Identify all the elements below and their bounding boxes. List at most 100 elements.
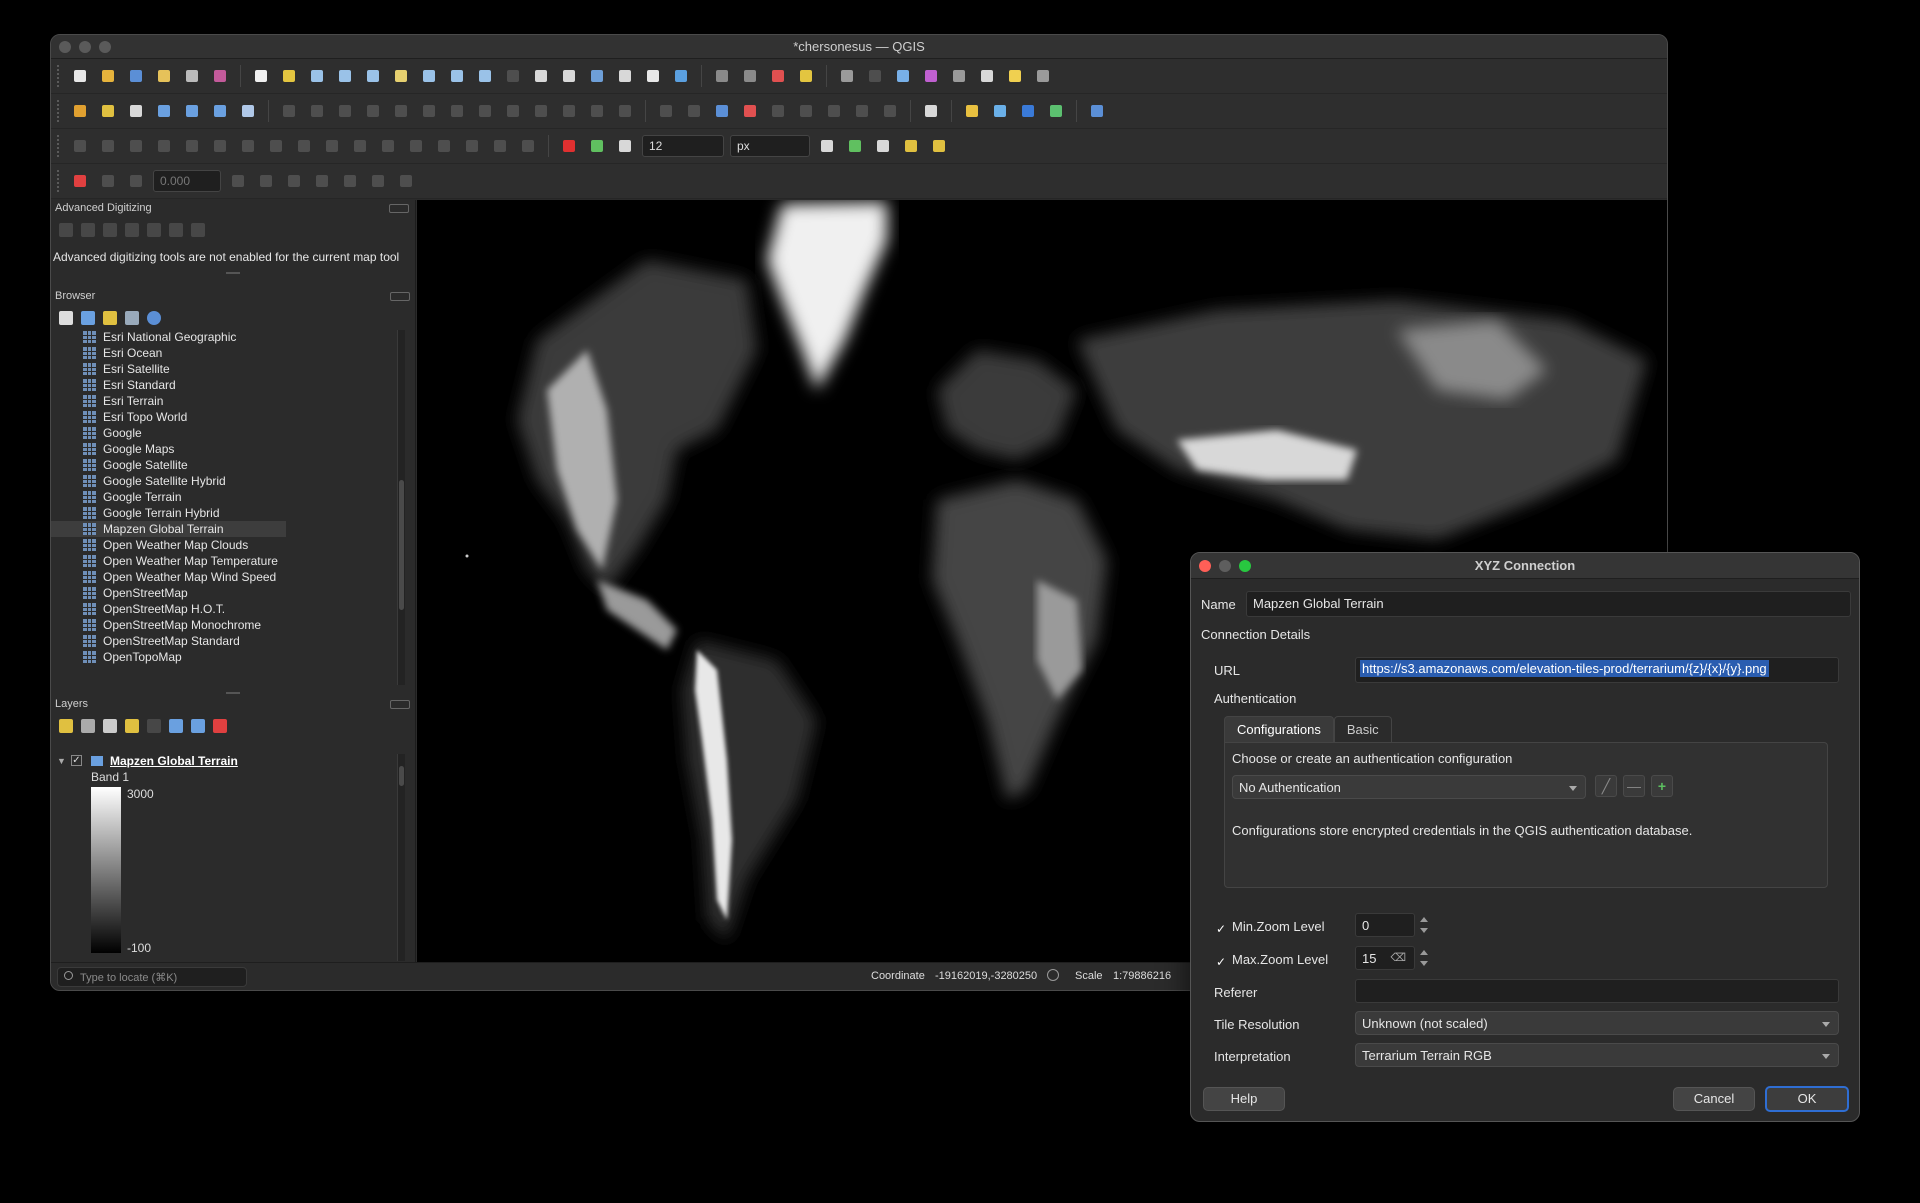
- collapse-all-icon[interactable]: [191, 719, 205, 733]
- db-manager-icon[interactable]: [1017, 100, 1039, 122]
- add-part-icon[interactable]: [237, 135, 259, 157]
- adv-tool-icon[interactable]: [191, 223, 205, 237]
- ok-button[interactable]: OK: [1765, 1086, 1849, 1112]
- remove-layer-icon[interactable]: [213, 719, 227, 733]
- scale-field[interactable]: 1:79886216: [1109, 967, 1175, 985]
- sync-icon[interactable]: [1045, 100, 1067, 122]
- print-layout-icon[interactable]: [181, 65, 203, 87]
- max-zoom-checkbox[interactable]: ✓ Max.Zoom Level: [1214, 952, 1328, 969]
- add-rectangle-icon[interactable]: [153, 135, 175, 157]
- field-calculator-icon[interactable]: [948, 65, 970, 87]
- current-edits-icon[interactable]: [278, 100, 300, 122]
- browser-item[interactable]: Esri Topo World: [51, 409, 399, 425]
- layers-scrollbar[interactable]: [397, 754, 405, 961]
- pan-hand-icon[interactable]: [250, 65, 272, 87]
- annotation-ad-icon[interactable]: [69, 170, 91, 192]
- filter-legend-icon[interactable]: [125, 719, 139, 733]
- snap-tolerance-input[interactable]: 12: [642, 135, 724, 157]
- split-features-icon[interactable]: [405, 135, 427, 157]
- vertex-tool-icon[interactable]: [418, 100, 440, 122]
- adv-tool-icon[interactable]: [125, 223, 139, 237]
- offset-curve-icon[interactable]: [377, 135, 399, 157]
- bearing-input[interactable]: 0.000: [153, 170, 221, 192]
- modify-attributes-icon[interactable]: [446, 100, 468, 122]
- rotate-label-icon[interactable]: [795, 100, 817, 122]
- annotation-rotate-icon[interactable]: [125, 170, 147, 192]
- annotation-shape-icon[interactable]: [97, 170, 119, 192]
- browser-item[interactable]: Mapzen Global Terrain: [51, 521, 286, 537]
- expand-all-icon[interactable]: [169, 719, 183, 733]
- rotate-symbols-icon[interactable]: [517, 135, 539, 157]
- edit-pencil-icon[interactable]: ╱: [1595, 775, 1617, 797]
- new-geopackage-icon[interactable]: [97, 100, 119, 122]
- new-3d-view-icon[interactable]: [558, 65, 580, 87]
- browser-item[interactable]: Google Maps: [51, 441, 399, 457]
- copy-icon[interactable]: [530, 100, 552, 122]
- refresh-icon[interactable]: [81, 311, 95, 325]
- open-layer-styling-icon[interactable]: [59, 719, 73, 733]
- save-project-icon[interactable]: [125, 65, 147, 87]
- add-point-icon[interactable]: [390, 100, 412, 122]
- zoom-next-icon[interactable]: [502, 65, 524, 87]
- show-hide-labels-icon[interactable]: [851, 100, 873, 122]
- browser-item[interactable]: Google: [51, 425, 399, 441]
- label-tool-icon[interactable]: [655, 100, 677, 122]
- minimize-icon[interactable]: [79, 40, 91, 53]
- browser-item[interactable]: Esri Terrain: [51, 393, 399, 409]
- panel-float-close-icon[interactable]: [390, 700, 410, 709]
- add-selected-layers-icon[interactable]: [59, 311, 73, 325]
- browser-item[interactable]: OpenStreetMap: [51, 585, 399, 601]
- zoom-full-icon[interactable]: [362, 65, 384, 87]
- add-ring-icon[interactable]: [209, 135, 231, 157]
- min-zoom-spinner[interactable]: [1419, 914, 1429, 936]
- new-virtual-layer-icon[interactable]: [181, 100, 203, 122]
- layer-name[interactable]: Mapzen Global Terrain: [110, 753, 238, 769]
- add-vector-icon[interactable]: [237, 100, 259, 122]
- plugins-icon[interactable]: [989, 100, 1011, 122]
- minimize-icon[interactable]: [1219, 559, 1231, 572]
- snapping-magnet-icon[interactable]: [558, 135, 580, 157]
- interpretation-select[interactable]: Terrarium Terrain RGB: [1355, 1043, 1839, 1067]
- merge-attributes-icon[interactable]: [489, 135, 511, 157]
- clear-icon[interactable]: ⌫: [1390, 951, 1406, 964]
- toolbar-grip[interactable]: [57, 65, 61, 87]
- delete-ring-icon[interactable]: [293, 135, 315, 157]
- layer-row[interactable]: ▼ ✓ Mapzen Global Terrain: [51, 753, 399, 769]
- select-features-icon[interactable]: [711, 65, 733, 87]
- tile-resolution-select[interactable]: Unknown (not scaled): [1355, 1011, 1839, 1035]
- adv-tool-icon[interactable]: [81, 223, 95, 237]
- toolbar-grip[interactable]: [57, 100, 61, 122]
- annotation-undo-icon[interactable]: [395, 170, 417, 192]
- delete-part-icon[interactable]: [321, 135, 343, 157]
- browser-tree[interactable]: Esri National Geographic Esri Ocean Esri S…: [51, 329, 399, 682]
- browser-item[interactable]: Google Satellite Hybrid: [51, 473, 399, 489]
- toolbar-grip[interactable]: [57, 170, 61, 192]
- bookmark-icon[interactable]: [586, 65, 608, 87]
- snap-to-grid-icon[interactable]: [928, 135, 950, 157]
- new-project-icon[interactable]: [69, 65, 91, 87]
- zoom-native-icon[interactable]: [446, 65, 468, 87]
- browser-item[interactable]: Google Terrain Hybrid: [51, 505, 399, 521]
- change-label-icon[interactable]: [823, 100, 845, 122]
- self-snapping-icon[interactable]: [900, 135, 922, 157]
- add-group-icon[interactable]: [81, 719, 95, 733]
- toggle-extents-icon[interactable]: [1047, 969, 1059, 981]
- zoom-last-icon[interactable]: [474, 65, 496, 87]
- redo-icon[interactable]: [614, 100, 636, 122]
- zoom-icon[interactable]: [1239, 559, 1251, 572]
- add-wms-icon[interactable]: [209, 100, 231, 122]
- snap-unit-select[interactable]: px: [730, 135, 810, 157]
- browser-item[interactable]: Esri Satellite: [51, 361, 399, 377]
- browser-item[interactable]: OpenTopoMap: [51, 649, 399, 665]
- pan-to-selection-icon[interactable]: [278, 65, 300, 87]
- annotation-green-icon[interactable]: [367, 170, 389, 192]
- panel-float-close-icon[interactable]: [390, 292, 410, 301]
- info-icon[interactable]: [147, 311, 161, 325]
- name-input[interactable]: Mapzen Global Terrain: [1246, 591, 1851, 617]
- window-controls[interactable]: [51, 40, 111, 53]
- new-map-view-icon[interactable]: [530, 65, 552, 87]
- annotation-point-icon[interactable]: [227, 170, 249, 192]
- new-shapefile-icon[interactable]: [125, 100, 147, 122]
- diagram-icon[interactable]: [879, 100, 901, 122]
- topological-editing-icon[interactable]: [816, 135, 838, 157]
